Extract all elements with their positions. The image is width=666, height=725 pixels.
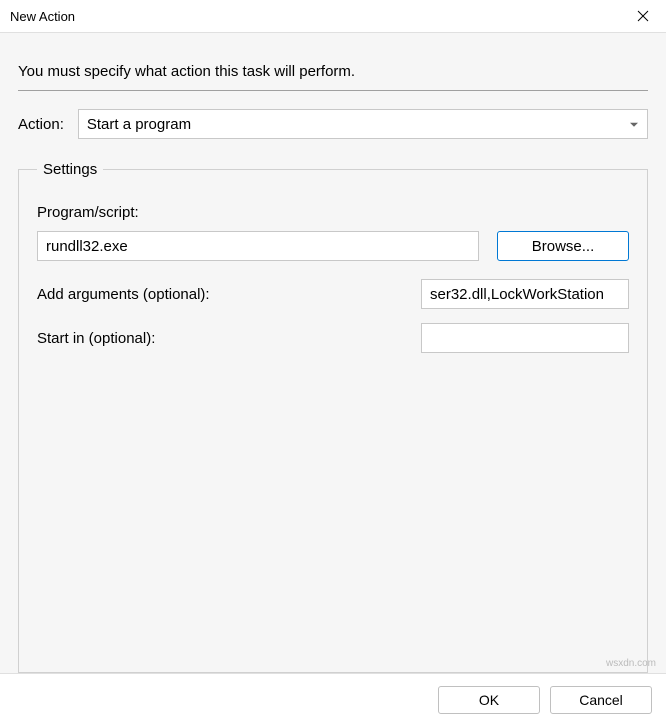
action-select-wrapper: Start a program [78, 109, 648, 139]
arguments-row: Add arguments (optional): [37, 279, 629, 309]
action-select[interactable]: Start a program [78, 109, 648, 139]
cancel-button[interactable]: Cancel [550, 686, 652, 714]
dialog-window: New Action You must specify what action … [0, 0, 666, 725]
titlebar: New Action [0, 0, 666, 32]
instruction-text: You must specify what action this task w… [18, 63, 648, 80]
window-title: New Action [10, 9, 620, 24]
startin-label: Start in (optional): [37, 330, 421, 347]
action-label: Action: [18, 116, 64, 133]
dialog-content: You must specify what action this task w… [0, 32, 666, 673]
program-input[interactable] [37, 231, 479, 261]
watermark: wsxdn.com [606, 658, 656, 669]
divider [18, 90, 648, 91]
program-row: Browse... [37, 231, 629, 261]
arguments-input[interactable] [421, 279, 629, 309]
close-icon [637, 10, 649, 22]
arguments-label: Add arguments (optional): [37, 286, 421, 303]
action-row: Action: Start a program [18, 109, 648, 139]
startin-input[interactable] [421, 323, 629, 353]
ok-button[interactable]: OK [438, 686, 540, 714]
browse-button[interactable]: Browse... [497, 231, 629, 261]
close-button[interactable] [620, 0, 666, 32]
settings-legend: Settings [37, 161, 103, 178]
dialog-footer: OK Cancel [0, 673, 666, 725]
startin-row: Start in (optional): [37, 323, 629, 353]
settings-fieldset: Settings Program/script: Browse... Add a… [18, 161, 648, 673]
program-label: Program/script: [37, 204, 629, 221]
